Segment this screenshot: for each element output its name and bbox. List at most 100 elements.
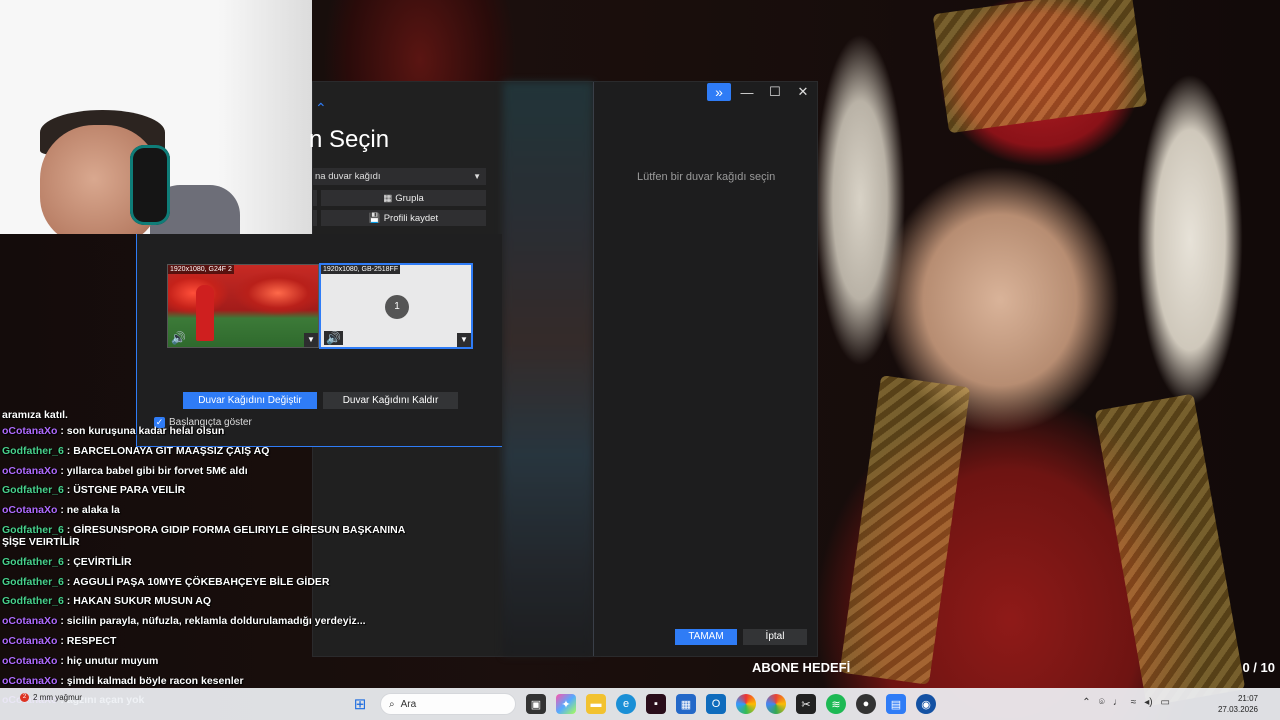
outlook-icon[interactable]: O <box>706 694 726 714</box>
chat-text: hiç unutur muyum <box>66 654 159 667</box>
monitor-1-label: 1920x1080, G24F 2 <box>168 265 234 274</box>
chat-username[interactable]: oCotanaXo <box>2 675 57 687</box>
chat-username[interactable]: oCotanaXo <box>2 655 57 667</box>
ok-button[interactable]: TAMAM <box>675 629 737 645</box>
windows-start-icon[interactable]: ⊞ <box>350 694 370 714</box>
chat-text: HAKAN SUKUR MUSUN AQ <box>73 595 212 608</box>
store-icon[interactable]: ▦ <box>676 694 696 714</box>
webcam-overlay <box>0 0 312 234</box>
robe-trim-left <box>839 375 971 685</box>
sub-goal-count: 0 / 10 <box>1242 660 1275 675</box>
taskbar-apps: ⊞ ⌕ Ara ▣ ✦ ▬ e ▪ ▦ O ✂ ≋ ● ▤ ◉ <box>350 693 936 715</box>
chevron-down-icon[interactable]: ▼ <box>457 333 471 347</box>
group-icon: ▦ <box>383 192 393 204</box>
spotify-icon[interactable]: ≋ <box>826 694 846 714</box>
mic-icon[interactable]: ♩ <box>1113 697 1123 708</box>
obs-icon[interactable]: ● <box>856 694 876 714</box>
minimize-button[interactable]: — <box>733 82 761 102</box>
chat-username[interactable]: Godfather_6 <box>2 556 64 568</box>
hidden-button-1[interactable] <box>313 190 317 206</box>
chat-username[interactable]: Godfather_6 <box>2 484 64 496</box>
chat-text: ne alaka la <box>66 504 120 517</box>
chevron-down-icon[interactable]: ▼ <box>304 333 318 347</box>
chat-text: yıllarca babel gibi bir forvet 5M€ aldı <box>66 464 248 477</box>
page-title: n Seçin <box>309 126 390 153</box>
save-profile-label: Profili kaydet <box>383 212 439 224</box>
chrome-icon[interactable] <box>766 694 786 714</box>
wifi-icon[interactable]: ≈ <box>1131 697 1137 708</box>
edge-icon[interactable]: e <box>616 694 636 714</box>
change-wallpaper-button[interactable]: Duvar Kağıdını Değiştir <box>183 392 317 409</box>
chat-username[interactable]: oCotanaXo <box>2 635 57 647</box>
clock-time: 21:07 <box>1237 694 1258 703</box>
chevron-up-icon[interactable]: ⌃ <box>315 100 327 117</box>
monitor-2-thumbnail[interactable]: 1920x1080, GB-2518FF 1 🔊 ▼ <box>320 264 472 348</box>
chat-username[interactable]: oCotanaXo <box>2 425 57 437</box>
chat-username[interactable]: oCotanaXo <box>2 465 57 477</box>
chat-username[interactable]: Godfather_6 <box>2 445 64 457</box>
select-value: na duvar kağıdı <box>315 171 381 182</box>
chevron-down-icon: ▼ <box>473 172 481 181</box>
chat-message: Godfather_6 : HAKAN SUKUR MUSUN AQ <box>2 595 212 608</box>
wallpaper-type-select[interactable]: na duvar kağıdı ▼ <box>313 168 486 185</box>
network-icon[interactable]: ⌾ <box>1099 697 1105 708</box>
volume-icon[interactable]: 🔊 <box>171 331 186 345</box>
cancel-button[interactable]: İptal <box>743 629 807 645</box>
chat-text: şimdi kalmadı böyle racon kesenler <box>66 674 244 687</box>
chat-text: sicilin parayla, nüfuzla, reklamla doldu… <box>66 615 366 628</box>
right-panel: » — ☐ ✕ Lütfen bir duvar kağıdı seçin TA… <box>594 82 817 656</box>
steam-icon[interactable]: ◉ <box>916 694 936 714</box>
volume-icon[interactable]: ◂) <box>1144 697 1152 708</box>
remove-wallpaper-button[interactable]: Duvar Kağıdını Kaldır <box>323 392 458 409</box>
clock[interactable]: 21:07 27.03.2026 <box>1218 693 1258 715</box>
chat-username[interactable]: Godfather_6 <box>2 595 64 607</box>
chat-username[interactable]: Godfather_6 <box>2 576 64 588</box>
close-button[interactable]: ✕ <box>789 82 817 102</box>
chat-username[interactable]: oCotanaXo <box>2 504 57 516</box>
chat-message: oCotanaXo : RESPECT <box>2 634 117 647</box>
chat-text: son kuruşuna kadar helal olsun <box>66 425 225 437</box>
chat-text: GİRESUNSPORA GIDIP FORMA GELIRIYLE GİRES… <box>73 523 406 536</box>
weather-widget[interactable]: 2 2 mm yağmur <box>20 693 82 702</box>
search-box[interactable]: ⌕ Ara <box>380 693 516 715</box>
chat-message: oCotanaXo : son kuruşuna kadar helal ols… <box>2 425 225 437</box>
chat-text: ÜSTGNE PARA VEILİR <box>73 484 186 497</box>
select-wallpaper-hint: Lütfen bir duvar kağıdı seçin <box>637 171 776 183</box>
volume-icon[interactable]: 🔊 <box>324 331 343 345</box>
weather-badge: 2 <box>20 693 29 702</box>
chevron-up-icon[interactable]: ⌃ <box>1082 697 1090 708</box>
task-view-icon[interactable]: ▣ <box>526 694 546 714</box>
clock-date: 27.03.2026 <box>1217 705 1258 714</box>
window-controls: » — ☐ ✕ <box>707 82 817 102</box>
robe-trim-right <box>1094 393 1246 707</box>
file-explorer-icon[interactable]: ▬ <box>586 694 606 714</box>
chat-message: oCotanaXo : sicilin parayla, nüfuzla, re… <box>2 615 366 628</box>
sub-goal-label: ABONE HEDEFİ <box>752 660 851 675</box>
copilot-icon[interactable]: ✦ <box>556 694 576 714</box>
battery-icon[interactable]: ▭ <box>1161 697 1170 708</box>
save-profile-button[interactable]: 💾 Profili kaydet <box>321 210 486 226</box>
chat-message: Godfather_6 : AGGULİ PAŞA 10MYE ÇÖKEBAHÇ… <box>2 575 330 588</box>
capcut-icon[interactable]: ✂ <box>796 694 816 714</box>
chat-text: ÇEVİRTİLİR <box>73 555 132 568</box>
hidden-button-2[interactable] <box>313 210 317 226</box>
chat-text: BARCELONAYA GIT MAAŞSIZ ÇAIŞ AQ <box>73 444 270 457</box>
chat-text: AGGULİ PAŞA 10MYE ÇÖKEBAHÇEYE BİLE GİDER <box>72 575 330 588</box>
monitor-1-thumbnail[interactable]: 1920x1080, G24F 2 🔊 ▼ <box>167 264 319 348</box>
group-button[interactable]: ▦ Grupla <box>321 190 486 206</box>
chat-message: oCotanaXo : ne alaka la <box>2 504 120 517</box>
taskbar: 2 2 mm yağmur ⊞ ⌕ Ara ▣ ✦ ▬ e ▪ ▦ O ✂ ≋ … <box>0 688 1280 720</box>
chat-overlay: aramıza katıl. oCotanaXo : son kuruşuna … <box>2 408 406 711</box>
monitor-number-badge: 1 <box>385 295 409 319</box>
media-player-icon[interactable]: ▪ <box>646 694 666 714</box>
chat-message: oCotanaXo : hiç unutur muyum <box>2 654 159 667</box>
chat-message: Godfather_6 : BARCELONAYA GIT MAAŞSIZ ÇA… <box>2 444 270 457</box>
chat-text: RESPECT <box>66 634 117 647</box>
maximize-button[interactable]: ☐ <box>761 82 789 102</box>
chat-message: oCotanaXo : yıllarca babel gibi bir forv… <box>2 464 248 477</box>
expand-icon[interactable]: » <box>707 83 731 101</box>
search-icon: ⌕ <box>389 698 395 710</box>
wallpaper-engine-icon[interactable]: ▤ <box>886 694 906 714</box>
photos-icon[interactable] <box>736 694 756 714</box>
chat-username[interactable]: oCotanaXo <box>2 615 57 627</box>
